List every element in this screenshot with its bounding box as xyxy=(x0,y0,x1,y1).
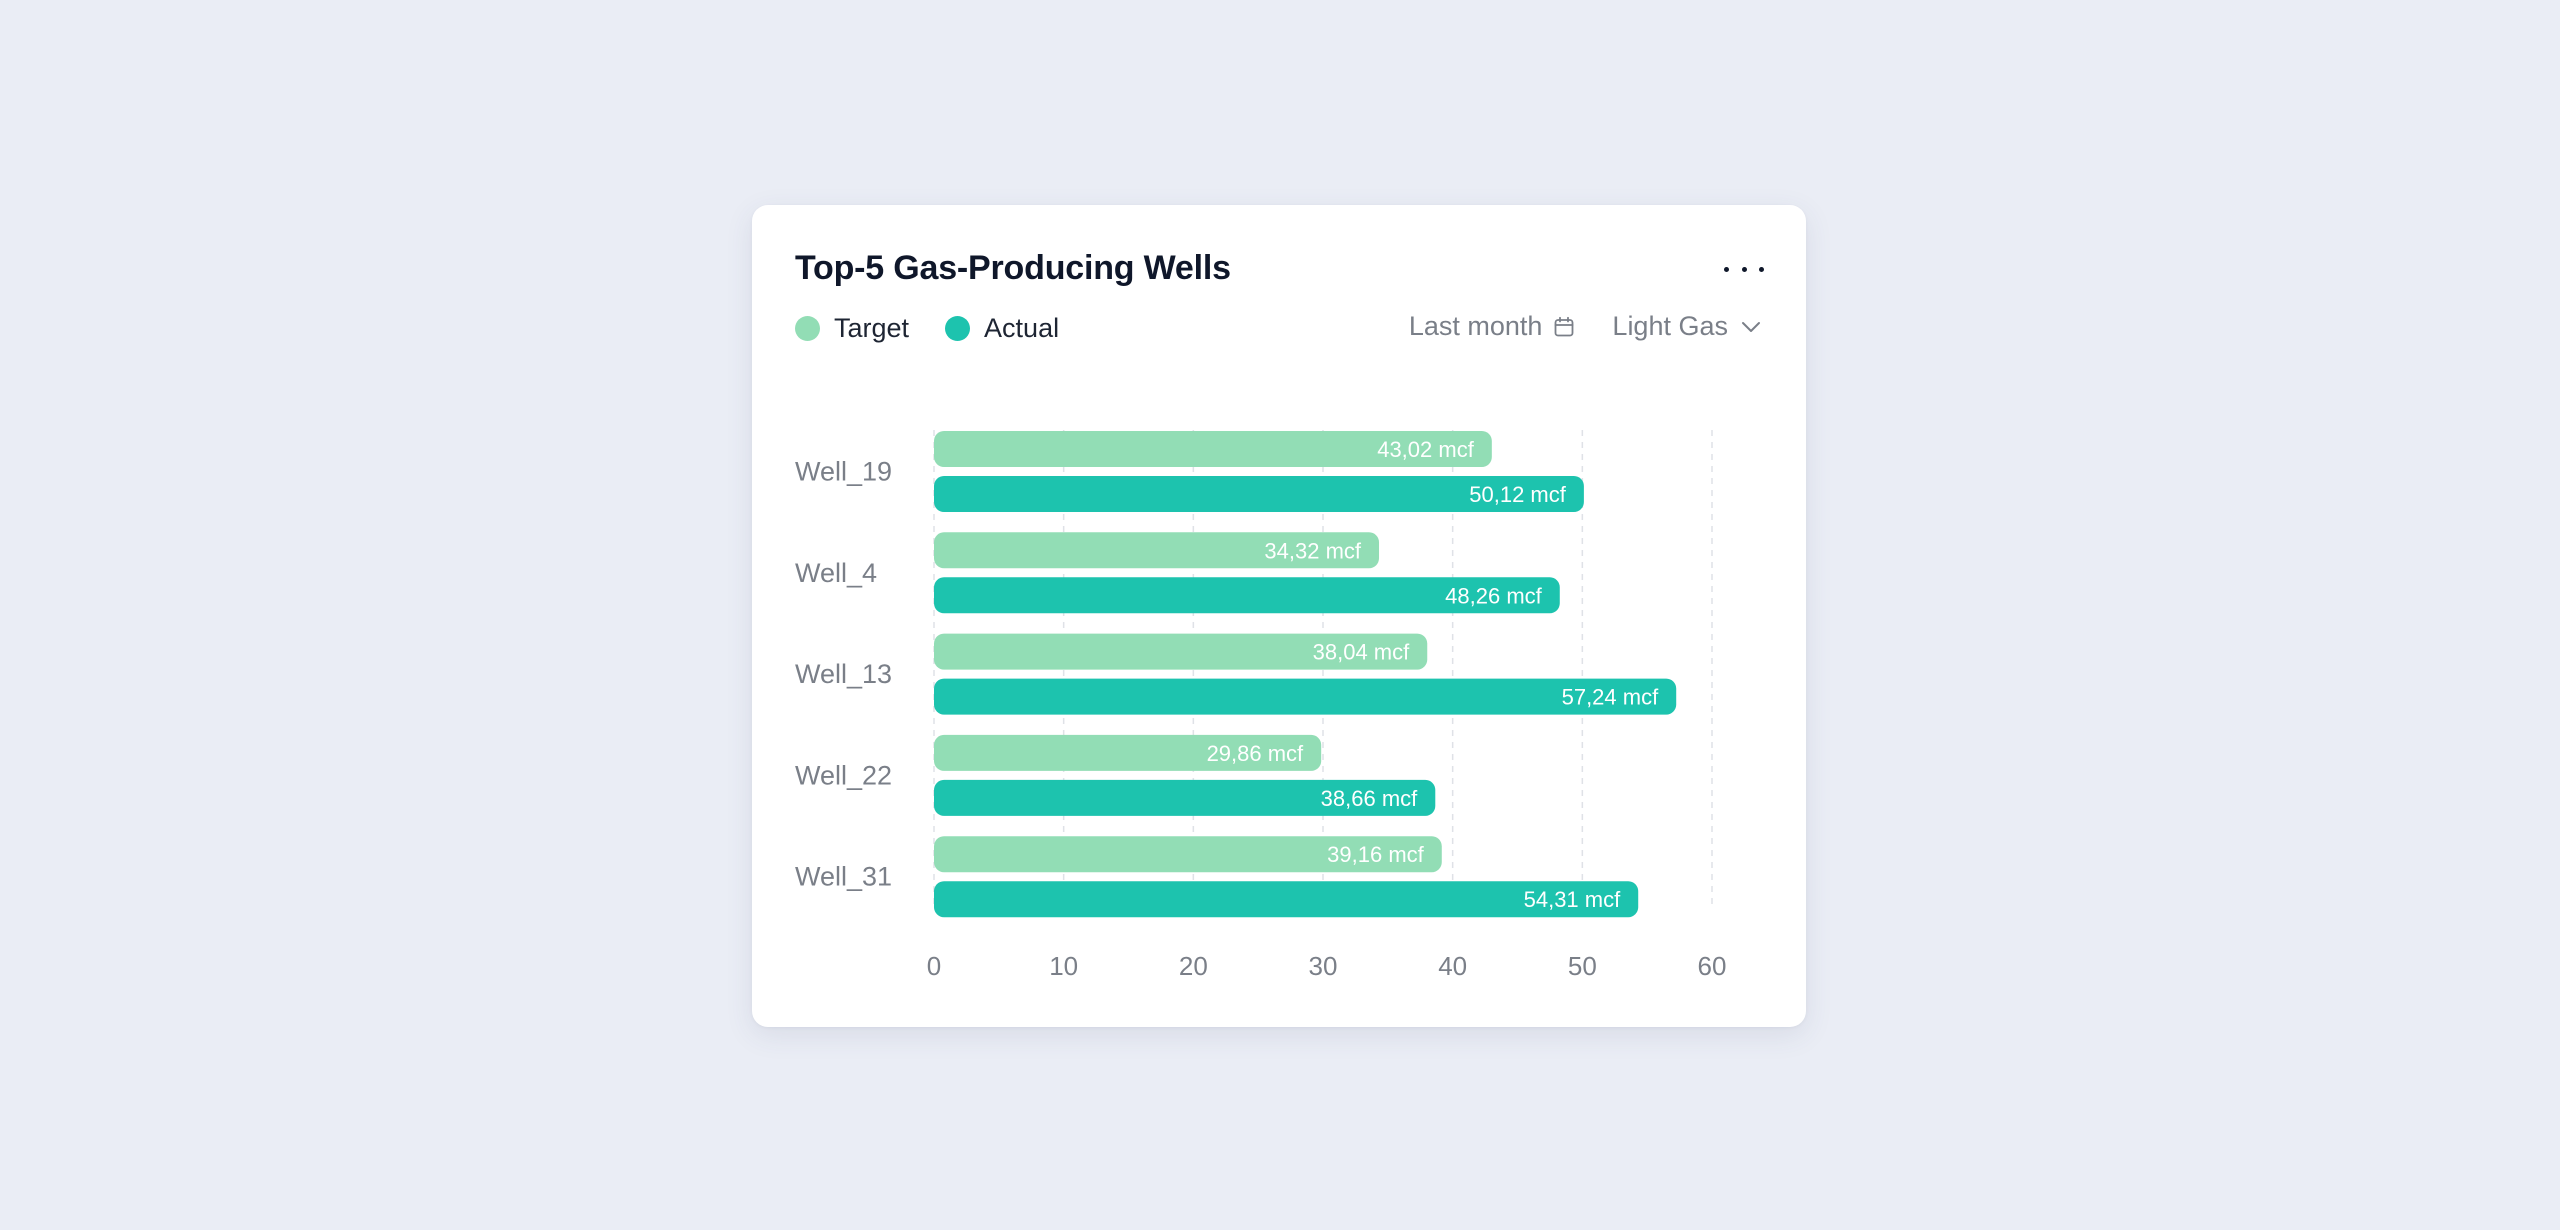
x-tick-label: 50 xyxy=(1568,951,1597,981)
bar-data-label: 38,04 mcf xyxy=(1313,640,1410,665)
bar-data-label: 34,32 mcf xyxy=(1264,538,1361,563)
bar-data-label: 38,66 mcf xyxy=(1321,786,1418,811)
chart-card: Top-5 Gas-Producing Wells Target Actual … xyxy=(752,205,1806,1027)
bar-data-label: 54,31 mcf xyxy=(1524,887,1621,912)
bar-data-label: 29,86 mcf xyxy=(1207,741,1304,766)
bar-data-label: 39,16 mcf xyxy=(1327,842,1424,867)
bar-data-label: 57,24 mcf xyxy=(1562,685,1659,710)
x-tick-label: 60 xyxy=(1698,951,1727,981)
y-category-label: Well_4 xyxy=(795,558,877,588)
bar-data-label: 43,02 mcf xyxy=(1377,437,1474,462)
y-category-label: Well_13 xyxy=(795,659,892,689)
x-tick-label: 40 xyxy=(1438,951,1467,981)
x-tick-label: 20 xyxy=(1179,951,1208,981)
bar-data-label: 50,12 mcf xyxy=(1469,482,1566,507)
x-tick-label: 10 xyxy=(1049,951,1078,981)
x-tick-label: 0 xyxy=(927,951,941,981)
y-category-label: Well_19 xyxy=(795,457,892,487)
bar-chart: 0 10 20 30 40 50 60 Well_19 43,02 mcf 50,12 mcf We… xyxy=(795,430,1727,981)
x-tick-label: 30 xyxy=(1309,951,1338,981)
y-category-label: Well_22 xyxy=(795,760,892,790)
y-category-label: Well_31 xyxy=(795,862,892,892)
bar-data-label: 48,26 mcf xyxy=(1445,583,1542,608)
